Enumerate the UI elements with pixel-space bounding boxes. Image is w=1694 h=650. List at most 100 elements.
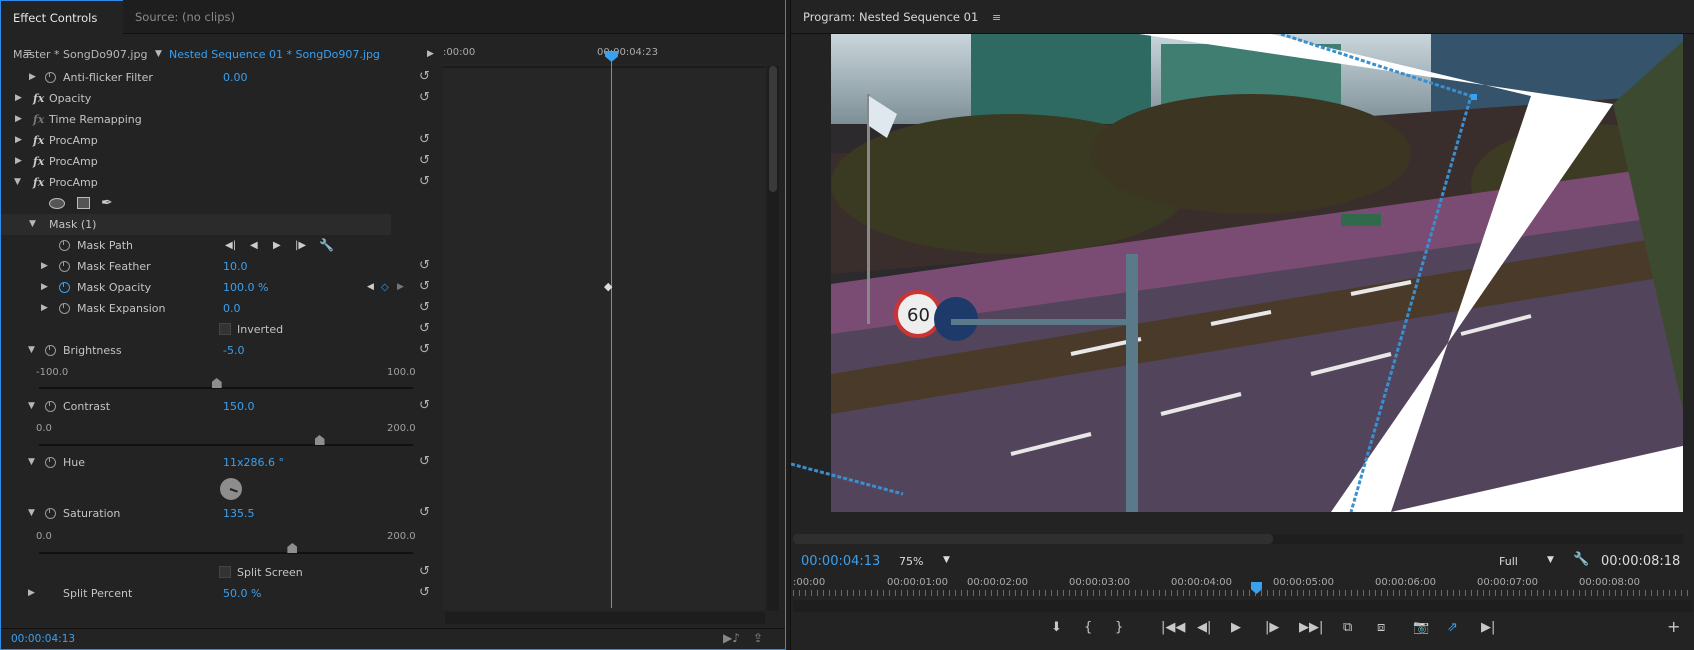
split-screen-checkbox[interactable] [219,566,231,578]
reset-icon[interactable]: ↺ [419,565,433,578]
stopwatch-icon[interactable] [45,457,56,468]
step-forward-icon[interactable]: |▶ [1265,620,1279,635]
track-forward-all-icon[interactable]: |▶ [295,235,306,256]
stopwatch-icon[interactable] [59,261,70,272]
stopwatch-icon[interactable] [45,508,56,519]
next-keyframe-icon[interactable]: ▶ [397,277,404,298]
split-percent-value[interactable]: 50.0 % [223,583,261,604]
effect-current-time[interactable]: 00:00:04:13 [11,633,75,645]
monitor-scrollbar[interactable] [793,534,1683,544]
reset-icon[interactable]: ↺ [419,280,433,293]
collapse-arrow-icon[interactable]: ▼ [28,452,35,473]
effect-timeline[interactable]: :00:00 00:00:04:23 [443,44,765,610]
effect-playhead-line[interactable] [611,56,612,608]
go-to-in-icon[interactable]: |◀◀ [1161,620,1185,635]
rectangle-mask-icon[interactable] [77,197,90,209]
mask-opacity-value[interactable]: 100.0 % [223,277,268,298]
go-to-out-icon[interactable]: ▶▶| [1299,620,1323,635]
reset-icon[interactable]: ↺ [419,175,433,188]
reset-icon[interactable]: ↺ [419,154,433,167]
expand-arrow-icon[interactable]: ▶ [29,67,36,88]
stopwatch-active-icon[interactable] [59,282,70,293]
mark-in-icon[interactable]: { [1084,620,1092,635]
stopwatch-icon[interactable] [59,240,70,251]
wrench-icon[interactable]: 🔧 [319,235,334,256]
brightness-slider-thumb[interactable] [211,378,222,388]
brightness-slider[interactable] [39,387,413,389]
contrast-value[interactable]: 150.0 [223,396,255,417]
audio-scrub-icon[interactable]: ▶♪ [723,631,740,645]
reset-icon[interactable]: ↺ [419,259,433,272]
collapse-arrow-icon[interactable]: ▼ [29,214,36,235]
expand-arrow-icon[interactable]: ▶ [15,109,22,130]
reset-icon[interactable]: ↺ [419,343,433,356]
add-keyframe-icon[interactable]: ◇ [381,277,389,298]
export-icon[interactable]: ⇪ [753,631,763,645]
stopwatch-icon[interactable] [45,401,56,412]
brightness-value[interactable]: -5.0 [223,340,244,361]
reset-icon[interactable]: ↺ [419,506,433,519]
row-mask[interactable]: ▼ Mask (1) [1,214,391,235]
program-monitor-tab[interactable]: Program: Nested Sequence 01 ≡ [803,0,1001,34]
scrollbar-thumb[interactable] [769,66,777,192]
export-frame-icon[interactable]: 📷 [1413,620,1429,635]
zoom-dropdown-icon[interactable]: ▼ [943,555,950,565]
sequence-clip-label[interactable]: Nested Sequence 01 * SongDo907.jpg [169,48,380,61]
panel-menu-icon[interactable]: ≡ [992,1,1001,35]
anti-flicker-value[interactable]: 0.00 [223,67,248,88]
reset-icon[interactable]: ↺ [419,70,433,83]
track-backward-all-icon[interactable]: ◀| [225,235,236,256]
effect-vertical-scrollbar[interactable] [767,66,779,611]
step-back-icon[interactable]: ◀| [1197,620,1211,635]
monitor-zoom-bar[interactable] [793,600,1693,612]
track-forward-icon[interactable]: ▶ [273,235,281,256]
reset-icon[interactable]: ↺ [419,91,433,104]
show-timeline-icon[interactable]: ▶ [427,49,434,59]
expand-arrow-icon[interactable]: ▶ [15,151,22,172]
hue-angle-dial[interactable] [220,478,242,500]
mask-feather-value[interactable]: 10.0 [223,256,248,277]
pen-mask-icon[interactable]: ✒ [101,193,113,214]
collapse-arrow-icon[interactable]: ▼ [14,172,21,193]
reset-icon[interactable]: ↺ [419,133,433,146]
extract-icon[interactable]: ⧈ [1377,620,1385,635]
program-video-frame[interactable]: 60 [831,34,1683,512]
inverted-checkbox[interactable] [219,323,231,335]
track-backward-icon[interactable]: ◀ [250,235,258,256]
wrench-icon[interactable]: 🔧 [1573,552,1589,567]
fx-icon[interactable]: fx [33,172,44,193]
monitor-scrollbar-thumb[interactable] [793,534,1273,544]
reset-icon[interactable]: ↺ [419,301,433,314]
prev-keyframe-icon[interactable]: ◀ [367,277,374,298]
collapse-arrow-icon[interactable]: ▼ [28,503,35,524]
ellipse-mask-icon[interactable] [49,198,65,209]
play-icon[interactable]: ▶ [1231,620,1241,635]
keyframe-icon[interactable]: ◆ [604,280,612,293]
expand-arrow-icon[interactable]: ▶ [15,130,22,151]
saturation-slider[interactable] [39,552,413,554]
contrast-slider-thumb[interactable] [314,435,325,445]
add-marker-icon[interactable]: ⬇ [1051,620,1062,635]
contrast-slider[interactable] [39,444,413,446]
effect-horizontal-scrollbar[interactable] [445,612,765,624]
expand-arrow-icon[interactable]: ▶ [41,298,48,319]
stopwatch-icon[interactable] [45,72,56,83]
button-editor-add-icon[interactable]: + [1667,617,1680,636]
reset-icon[interactable]: ↺ [419,586,433,599]
reset-icon[interactable]: ↺ [419,322,433,335]
resolution-dropdown-icon[interactable]: ▼ [1547,555,1554,565]
playback-resolution-select[interactable]: Full [1499,555,1518,568]
zoom-level-select[interactable]: 75% [899,555,923,568]
stopwatch-icon[interactable] [59,303,70,314]
saturation-value[interactable]: 135.5 [223,503,255,524]
reset-icon[interactable]: ↺ [419,399,433,412]
saturation-slider-thumb[interactable] [287,543,298,553]
monitor-time-ruler[interactable]: :00:00 00:00:01:00 00:00:02:00 00:00:03:… [791,576,1694,598]
expand-arrow-icon[interactable]: ▶ [41,256,48,277]
collapse-arrow-icon[interactable]: ▼ [28,340,35,361]
comparison-view-icon[interactable]: ⇗ [1447,620,1458,635]
mark-out-icon[interactable]: } [1115,620,1123,635]
hue-value[interactable]: 11x286.6 ° [223,452,284,473]
tab-source[interactable]: Source: (no clips) [123,0,253,34]
collapse-arrow-icon[interactable]: ▼ [28,396,35,417]
